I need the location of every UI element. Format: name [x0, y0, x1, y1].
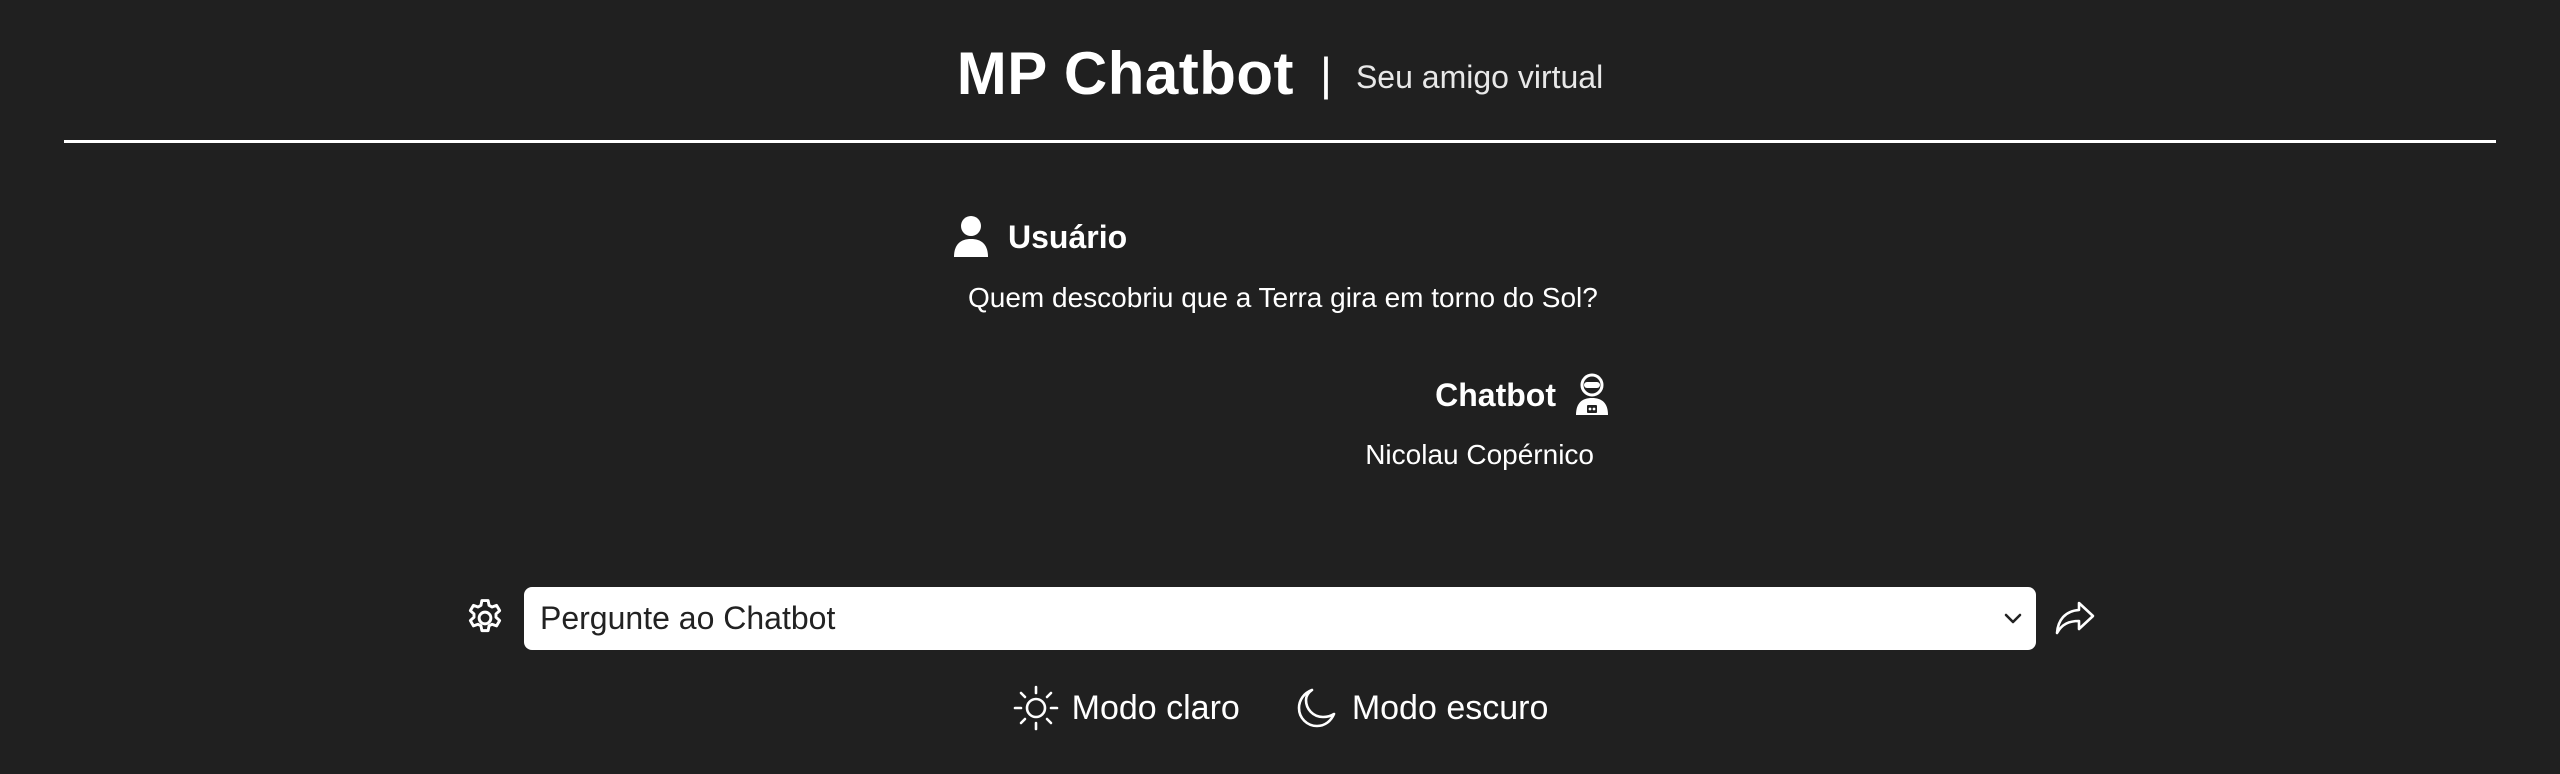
- sun-icon: [1013, 685, 1058, 731]
- bot-message-header: Chatbot: [1300, 370, 1612, 420]
- robot-icon: [1576, 373, 1608, 415]
- share-arrow-icon: [2055, 601, 2095, 635]
- bot-name: Chatbot: [1435, 376, 1556, 413]
- theme-toggle-row: Modo claro Modo escuro: [0, 680, 2560, 736]
- question-select[interactable]: Pergunte ao Chatbot: [524, 586, 2036, 650]
- dark-mode-button[interactable]: Modo escuro: [1292, 684, 1549, 732]
- user-message-header: Usuário: [952, 212, 1127, 262]
- user-icon: [954, 216, 988, 257]
- header: MP Chatbot | Seu amigo virtual: [0, 38, 2560, 110]
- gear-icon: [468, 599, 502, 633]
- bot-message-text: Nicolau Copérnico: [1365, 439, 1594, 470]
- user-name: Usuário: [1008, 218, 1128, 255]
- settings-button[interactable]: [460, 593, 510, 643]
- send-button[interactable]: [2050, 593, 2100, 643]
- light-mode-label: Modo claro: [1071, 688, 1240, 727]
- chatbot-page: MP Chatbot | Seu amigo virtual Usuário Q…: [0, 0, 2560, 774]
- input-row: Pergunte ao Chatbot: [460, 585, 2100, 651]
- chevron-down-icon: [2004, 613, 2022, 623]
- light-mode-button[interactable]: Modo claro: [1012, 684, 1240, 732]
- title-separator: |: [1320, 48, 1332, 100]
- header-divider: [64, 140, 2496, 143]
- moon-icon: [1297, 688, 1336, 728]
- app-title: MP Chatbot: [956, 40, 1294, 107]
- user-message-text: Quem descobriu que a Terra gira em torno…: [968, 282, 1598, 313]
- question-select-value: Pergunte ao Chatbot: [540, 599, 836, 636]
- dark-mode-label: Modo escuro: [1351, 688, 1549, 727]
- app-subtitle: Seu amigo virtual: [1355, 59, 1604, 95]
